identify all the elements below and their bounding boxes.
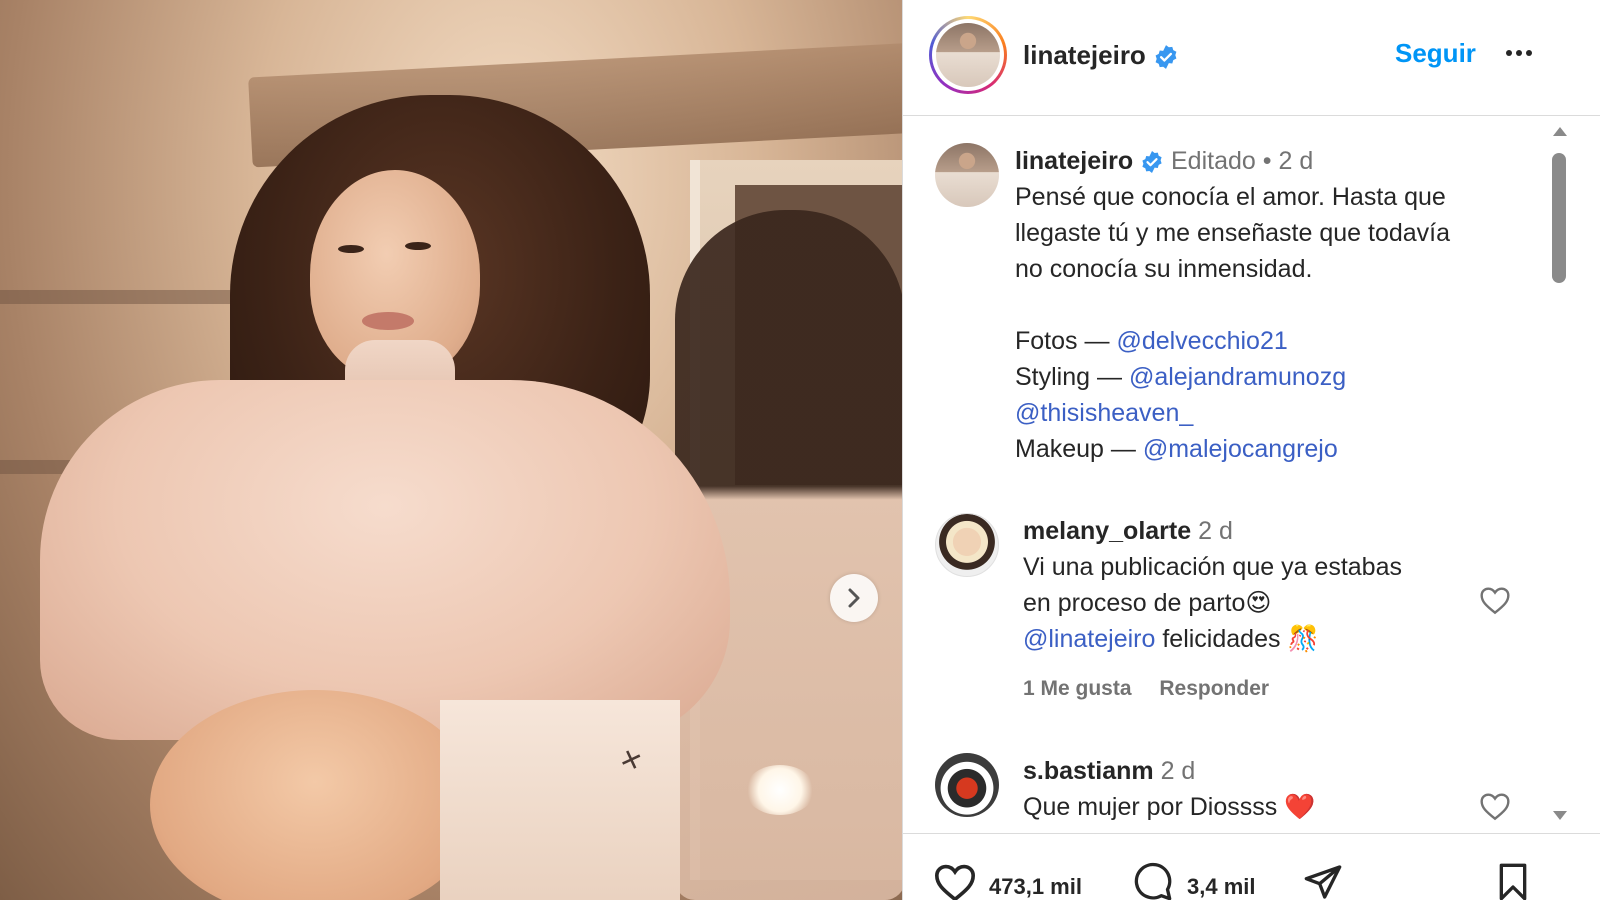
comment-likes-count[interactable]: 1 Me gusta [1023,677,1132,700]
edited-label: Editado [1171,147,1256,175]
heart-eyes-emoji: 😍 [1245,589,1272,617]
confetti-emoji: 🎊 [1287,625,1319,653]
bookmark-icon [1499,863,1527,900]
caption-username[interactable]: linatejeiro [1015,147,1133,175]
more-options-button[interactable] [1499,38,1539,68]
comment-text-line: Vi una publicación que ya estabas [1023,553,1402,581]
scroll-up-arrow-icon[interactable] [1553,127,1567,136]
comment-time[interactable]: 2 d [1198,517,1233,545]
share-button[interactable] [1301,862,1345,900]
mention-link[interactable]: @thisisheaven_ [1015,399,1193,427]
photo-wall-plank [0,290,260,304]
paper-plane-icon [1304,865,1342,899]
follow-button[interactable]: Seguir [1395,38,1476,69]
avatar[interactable] [935,143,999,207]
caption-time[interactable]: 2 d [1278,147,1313,175]
photo-lamp [745,765,815,815]
comment-username[interactable]: s.bastianm [1023,757,1154,785]
comments-scroll-area[interactable]: linatejeiro Editado • 2 d Pensé que cono… [903,117,1600,833]
post-side-panel: linatejeiro Seguir linatejeiro Editado •… [902,0,1600,900]
meta-separator: • [1262,147,1272,175]
credit-label: Styling — [1015,363,1122,391]
credit-line: @thisisheaven_ [1015,395,1535,431]
caption-text-line: llegaste tú y me enseñaste que todavía [1015,219,1451,247]
heart-emoji: ❤️ [1284,793,1316,821]
comment-bubble-icon [1134,862,1172,900]
mention-link[interactable]: @alejandramunozg [1129,363,1346,391]
like-post-button[interactable] [933,862,977,900]
comment-text-line: Que mujer por Diossss [1023,793,1278,821]
comment-time[interactable]: 2 d [1161,757,1196,785]
post-header: linatejeiro Seguir [903,0,1600,116]
heart-outline-icon [934,864,976,900]
avatar[interactable] [935,753,999,817]
scrollbar-thumb[interactable] [1552,153,1566,283]
comment-text-line: en proceso de parto [1023,589,1246,617]
photo-blouse [40,380,730,740]
avatar[interactable] [935,513,999,577]
like-comment-button[interactable] [1479,791,1511,824]
save-button[interactable] [1493,862,1533,900]
comment-username[interactable]: melany_olarte [1023,517,1191,545]
chevron-right-icon [848,588,860,608]
likes-count[interactable]: 473,1 mil [989,874,1082,900]
mention-link[interactable]: @linatejeiro [1023,625,1155,653]
caption-text-line: no conocía su inmensidad. [1015,255,1313,283]
reply-button[interactable]: Responder [1159,677,1269,700]
photo-lips [362,312,414,330]
credit-line: Fotos — @delvecchio21 [1015,323,1535,359]
verified-badge-icon [1155,45,1177,70]
story-ring-avatar[interactable] [929,16,1007,94]
scroll-down-arrow-icon[interactable] [1553,811,1567,820]
photo-skirt [440,700,680,900]
photo-eye [405,242,431,250]
mention-link[interactable]: @malejocangrejo [1143,435,1338,463]
verified-badge-icon [1142,151,1162,174]
comments-count[interactable]: 3,4 mil [1187,874,1255,900]
heart-outline-icon [1480,587,1510,615]
comment-text-line: felicidades [1162,625,1281,653]
mention-link[interactable]: @delvecchio21 [1116,327,1287,355]
credit-line: Makeup — @malejocangrejo [1015,431,1535,467]
scrollbar[interactable] [1549,127,1569,833]
carousel-next-button[interactable] [830,574,878,622]
credit-line: Styling — @alejandramunozg [1015,359,1535,395]
more-horizontal-icon [1506,50,1512,56]
credit-label: Fotos — [1015,327,1110,355]
photo-eye [338,245,364,253]
post-photo[interactable]: ✕ [0,0,920,900]
avatar [936,23,1000,87]
credit-label: Makeup — [1015,435,1136,463]
heart-outline-icon [1480,793,1510,821]
like-comment-button[interactable] [1479,585,1511,618]
header-username[interactable]: linatejeiro [1023,40,1179,71]
caption-text-line: Pensé que conocía el amor. Hasta que [1015,183,1446,211]
comment-button[interactable] [1131,862,1175,900]
post-actions-bar: 473,1 mil 3,4 mil [903,833,1600,900]
